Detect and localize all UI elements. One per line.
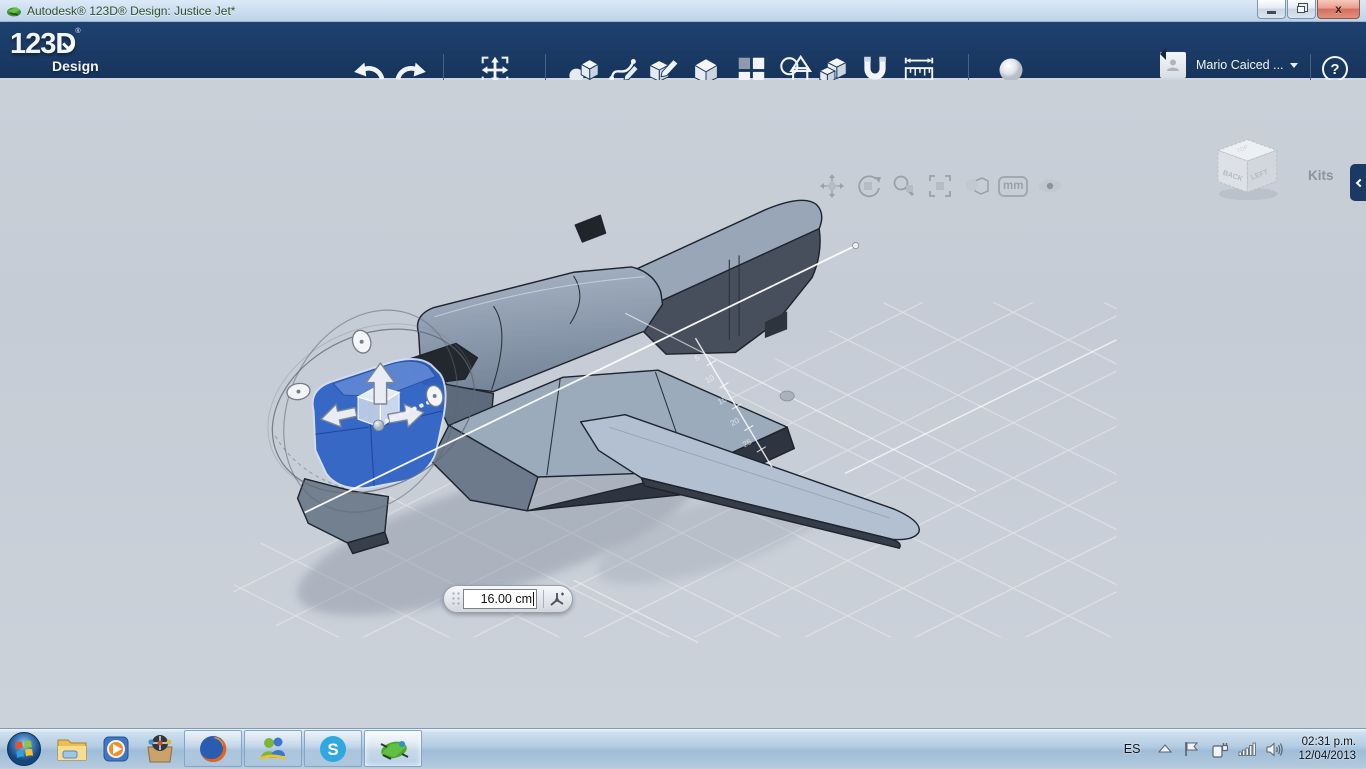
view-cube[interactable]: TOP BACK LEFT [1216, 139, 1279, 201]
pan-icon [820, 174, 844, 198]
taskbar-explorer-button[interactable] [50, 730, 94, 768]
start-button[interactable] [6, 731, 42, 767]
app-menu-chevron-icon[interactable] [62, 36, 75, 54]
shade-button[interactable] [962, 172, 990, 200]
taskbar-games-button[interactable] [138, 730, 182, 768]
show-hidden-icons-button[interactable] [1158, 744, 1173, 754]
restore-icon [1296, 6, 1305, 13]
minimize-icon [1267, 10, 1276, 14]
clock-date: 12/04/2013 [1298, 750, 1356, 762]
popover-separator [543, 590, 544, 608]
drag-handle[interactable] [451, 591, 461, 607]
pan-button[interactable] [818, 172, 846, 200]
network-button[interactable] [1238, 742, 1257, 756]
text-caret [533, 592, 534, 606]
taskbar: S ES 02:31 p.m. 12/04/2013 [0, 728, 1366, 768]
close-button[interactable]: x [1317, 0, 1360, 19]
action-center-button[interactable] [1182, 741, 1200, 757]
taskbar-firefox-button[interactable] [184, 730, 242, 767]
power-button[interactable] [1210, 741, 1229, 758]
widget-center-handle [372, 419, 385, 432]
viewport[interactable]: 5 10 15 20 25 TOP BACK LEFT mm Kits 16.0… [0, 80, 1366, 728]
zoom-icon [893, 175, 915, 197]
triad-icon[interactable] [548, 590, 566, 608]
taskbar-mediaplayer-button[interactable] [94, 730, 138, 768]
viewport-canvas[interactable]: 5 10 15 20 25 TOP BACK LEFT [0, 80, 1366, 728]
window-titlebar[interactable]: Autodesk® 123D® Design: Justice Jet* x [0, 0, 1366, 22]
speaker-icon [1266, 741, 1284, 757]
network-signal-icon [1239, 742, 1257, 756]
skype-icon: S [320, 735, 346, 762]
orbit-button[interactable] [854, 172, 882, 200]
kits-panel-toggle[interactable] [1350, 164, 1366, 201]
user-menu[interactable]: Mario Caiced ... [1160, 48, 1298, 78]
restore-button[interactable] [1287, 0, 1316, 19]
help-icon: ? [1330, 60, 1340, 78]
media-player-icon [103, 736, 129, 761]
fit-icon [929, 175, 951, 197]
explorer-icon [57, 739, 87, 760]
firefox-icon [200, 735, 227, 762]
games-folder-icon [147, 734, 173, 762]
minimize-button[interactable] [1257, 0, 1286, 19]
system-tray: ES 02:31 p.m. 12/04/2013 [1124, 729, 1366, 769]
orbit-icon [858, 175, 881, 198]
shade-icon [966, 177, 989, 195]
app-icon [7, 6, 21, 16]
units-button[interactable]: mm [998, 175, 1029, 197]
taskbar-123d-button[interactable] [364, 730, 422, 767]
logo-subtitle: Design [52, 58, 99, 74]
view-navbar: mm [818, 172, 1064, 200]
window-title: Autodesk® 123D® Design: Justice Jet* [27, 3, 236, 18]
messenger-icon [259, 737, 287, 760]
language-indicator[interactable]: ES [1124, 742, 1141, 756]
chevron-left-icon [1355, 178, 1364, 187]
logo-registered: ® [75, 28, 81, 35]
visibility-icon [1039, 179, 1062, 193]
kits-panel-label: Kits [1308, 168, 1334, 183]
clock[interactable]: 02:31 p.m. 12/04/2013 [1298, 735, 1356, 763]
user-name: Mario Caiced ... [1196, 58, 1284, 72]
help-button[interactable]: ? [1322, 56, 1348, 82]
main-toolbar: 123D® Design Mario Caiced ... ? [0, 22, 1366, 88]
power-plug-icon [1212, 742, 1229, 758]
volume-button[interactable] [1266, 741, 1284, 757]
flag-icon [1185, 742, 1199, 756]
taskbar-skype-button[interactable]: S [304, 730, 362, 767]
user-caret-icon [1289, 62, 1298, 68]
clock-time: 02:31 p.m. [1301, 736, 1356, 748]
zoom-button[interactable] [890, 172, 918, 200]
dimension-popover: 16.00 cm [443, 585, 573, 613]
svg-text:S: S [327, 740, 338, 759]
fit-button[interactable] [926, 172, 954, 200]
taskbar-messenger-button[interactable] [244, 730, 302, 767]
dimension-input[interactable]: 16.00 cm [463, 589, 537, 609]
app-123d-icon [380, 740, 409, 760]
person-icon [1167, 59, 1179, 71]
chevron-up-icon [1158, 744, 1173, 753]
svg-text:5: 5 [693, 353, 702, 363]
svg-text:10: 10 [704, 373, 717, 385]
avatar [1160, 48, 1186, 78]
close-icon: x [1335, 2, 1342, 16]
visibility-button[interactable] [1036, 172, 1064, 200]
